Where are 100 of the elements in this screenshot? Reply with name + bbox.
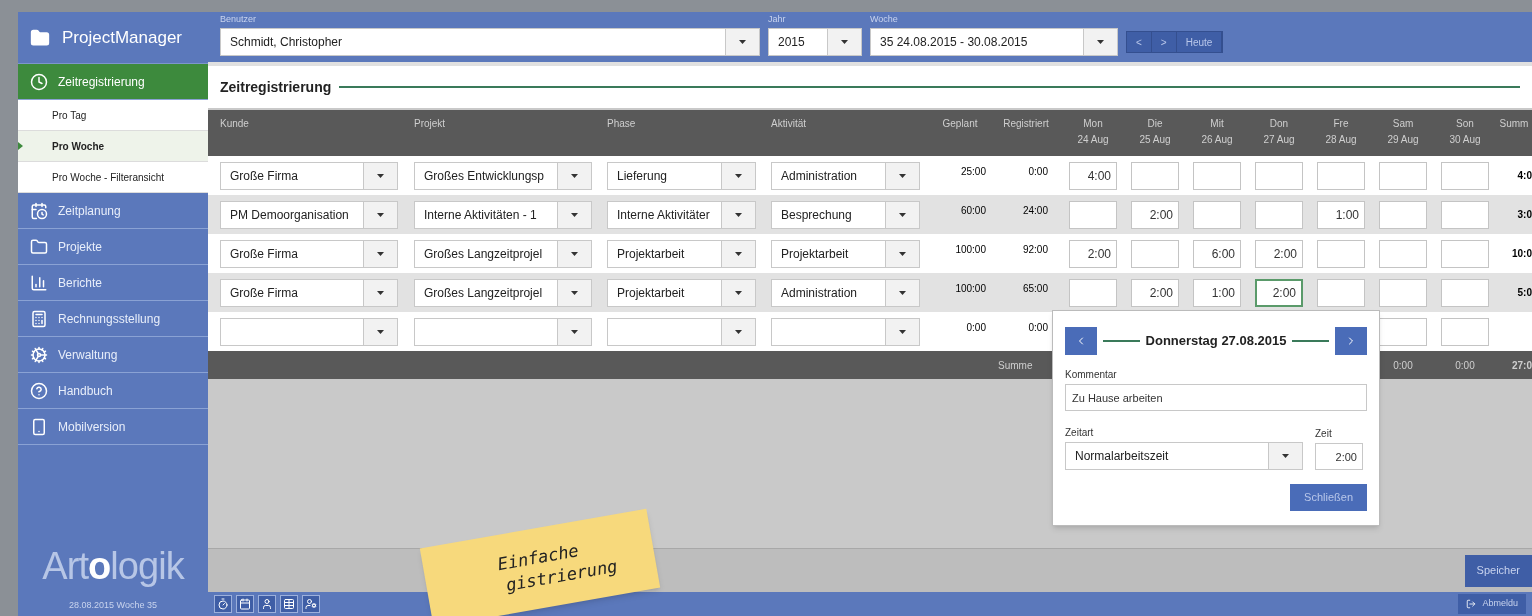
timer-icon[interactable] (214, 595, 232, 613)
hours-input[interactable] (1441, 317, 1489, 346)
hours-input[interactable] (1379, 239, 1427, 268)
hours-input[interactable]: 2:00 (1131, 200, 1179, 229)
caret-icon (377, 290, 384, 295)
dropdown-field[interactable]: Große Firma (220, 278, 398, 307)
dropdown-field[interactable]: Normalarbeitszeit (1065, 442, 1303, 470)
dropdown-field[interactable]: PM Demoorganisation (220, 200, 398, 229)
dropdown-field[interactable]: Interne Aktivitäter (607, 200, 756, 229)
calendar-icon[interactable] (236, 595, 254, 613)
dropdown-field[interactable]: 35 24.08.2015 - 30.08.2015 (870, 28, 1118, 56)
hours-input[interactable]: 2:00 (1131, 278, 1179, 307)
column-header: Aktivität (771, 117, 807, 131)
hours-input[interactable] (1379, 278, 1427, 307)
caret-icon (377, 329, 384, 334)
dropdown-field[interactable] (771, 317, 920, 346)
dropdown-field[interactable]: Besprechung (771, 200, 920, 229)
user-settings-icon[interactable] (302, 595, 320, 613)
hours-input[interactable] (1317, 239, 1365, 268)
hours-input[interactable]: 2:00 (1255, 278, 1303, 307)
sum-value: 0:00 (1454, 358, 1476, 373)
previous-day-button[interactable] (1065, 327, 1097, 355)
hours-input[interactable] (1441, 278, 1489, 307)
hours-input[interactable]: 4:00 (1069, 161, 1117, 190)
submenu-item[interactable]: Pro Tag (18, 100, 208, 131)
field-label: Benutzer (220, 12, 258, 26)
logout-button[interactable]: Abmeldu (1458, 594, 1526, 614)
today-button[interactable]: Heute (1176, 32, 1223, 52)
hours-input[interactable] (1131, 161, 1179, 190)
logo: Artologik (41, 546, 186, 585)
hours-input[interactable] (1441, 239, 1489, 268)
table-icon[interactable] (280, 595, 298, 613)
registered-hours: 92:00 (1021, 243, 1049, 257)
hours-input[interactable] (1379, 161, 1427, 190)
dropdown-field[interactable] (220, 317, 398, 346)
dropdown-field[interactable]: Administration (771, 161, 920, 190)
dropdown-field[interactable]: Interne Aktivitäten - 1 (414, 200, 592, 229)
column-header: Mon 24 Aug (1076, 117, 1110, 147)
caret-icon (735, 173, 742, 178)
column-header: Die 25 Aug (1138, 117, 1172, 147)
caret-icon (377, 251, 384, 256)
sum-value: 0:00 (1392, 358, 1414, 373)
row-total: 4:0 (1516, 169, 1532, 183)
hours-input[interactable] (1069, 200, 1117, 229)
save-button[interactable]: Speicher (1464, 554, 1532, 587)
folder-icon (30, 237, 48, 256)
sidebar-item[interactable]: Zeitregistrierung (18, 64, 208, 100)
caret-icon (899, 329, 906, 334)
dropdown-field[interactable]: Projektarbeit (771, 239, 920, 268)
hours-input[interactable] (1317, 161, 1365, 190)
user-icon[interactable] (258, 595, 276, 613)
gears-icon (30, 345, 48, 364)
column-header: Son 30 Aug (1448, 117, 1482, 147)
comment-input[interactable]: Zu Hause arbeiten (1065, 384, 1367, 411)
hours-input[interactable] (1441, 200, 1489, 229)
dropdown-field[interactable]: Großes Langzeitprojel (414, 278, 592, 307)
caret-icon (377, 212, 384, 217)
phone-icon (30, 417, 48, 436)
dropdown-field[interactable]: Schmidt, Christopher (220, 28, 760, 56)
time-input[interactable]: 2:00 (1315, 443, 1363, 470)
dropdown-field[interactable]: Große Firma (220, 161, 398, 190)
dropdown-field[interactable]: Große Firma (220, 239, 398, 268)
column-header: Geplant (941, 117, 979, 131)
dropdown-field[interactable]: Projektarbeit (607, 239, 756, 268)
submenu-item[interactable]: Pro Woche - Filteransicht (18, 162, 208, 193)
hours-input[interactable]: 6:00 (1193, 239, 1241, 268)
planned-hours: 60:00 (959, 204, 987, 218)
dropdown-field[interactable]: Großes Entwicklungsp (414, 161, 592, 190)
dropdown-field[interactable] (607, 317, 756, 346)
next-day-button[interactable] (1335, 327, 1367, 355)
hours-input[interactable] (1441, 161, 1489, 190)
hours-input[interactable] (1131, 239, 1179, 268)
help-icon (30, 381, 48, 400)
nav-button[interactable]: < (1127, 32, 1152, 52)
dropdown-field[interactable]: Großes Langzeitprojel (414, 239, 592, 268)
hours-input[interactable]: 2:00 (1069, 239, 1117, 268)
hours-input[interactable] (1379, 200, 1427, 229)
hours-input[interactable] (1317, 278, 1365, 307)
caret-icon (377, 173, 384, 178)
hours-input[interactable]: 1:00 (1193, 278, 1241, 307)
calculator-icon (30, 309, 48, 328)
bar-chart-icon (30, 273, 48, 292)
nav-button[interactable]: > (1151, 32, 1177, 52)
column-header: Summ (1498, 117, 1530, 131)
dropdown-field[interactable]: 2015 (768, 28, 862, 56)
dropdown-field[interactable]: Administration (771, 278, 920, 307)
hours-input[interactable] (1193, 161, 1241, 190)
field-label: Kommentar (1065, 368, 1118, 382)
dropdown-field[interactable] (414, 317, 592, 346)
column-header: Projekt (414, 117, 447, 131)
hours-input[interactable] (1255, 200, 1303, 229)
hours-input[interactable] (1069, 278, 1117, 307)
hours-input[interactable] (1379, 317, 1427, 346)
hours-input[interactable]: 1:00 (1317, 200, 1365, 229)
submenu-item[interactable]: Pro Woche (18, 131, 208, 162)
dropdown-field[interactable]: Projektarbeit (607, 278, 756, 307)
hours-input[interactable] (1255, 161, 1303, 190)
hours-input[interactable] (1193, 200, 1241, 229)
dropdown-field[interactable]: Lieferung (607, 161, 756, 190)
hours-input[interactable]: 2:00 (1255, 239, 1303, 268)
